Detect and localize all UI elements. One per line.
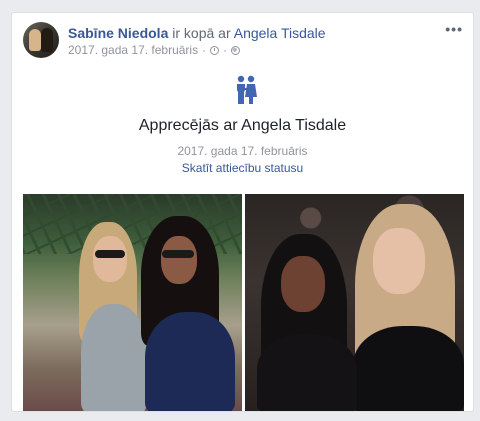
- person-dark-face: [161, 236, 197, 284]
- person-dark-body-right: [257, 334, 357, 411]
- tagged-friend[interactable]: Angela Tisdale: [234, 25, 326, 41]
- avatar-person-1: [29, 29, 41, 51]
- event-title: Apprecējās ar Angela Tisdale: [138, 117, 347, 134]
- photo-right[interactable]: [245, 194, 464, 411]
- avatar-person-2: [41, 28, 53, 52]
- separator: ·: [202, 43, 207, 57]
- clock-icon: [210, 45, 220, 55]
- more-options-button[interactable]: •••: [445, 21, 463, 37]
- connector-text: ir kopā ar: [168, 25, 234, 41]
- post-header: Sabīne Niedola ir kopā ar Angela Tisdale: [68, 25, 326, 41]
- post-meta: 2017. gada 17. februāris · ·: [68, 43, 241, 57]
- life-event-post: Sabīne Niedola ir kopā ar Angela Tisdale…: [11, 12, 474, 412]
- view-relationship-link[interactable]: Skatīt attiecību statusu: [12, 161, 473, 175]
- person-blonde-body: [81, 304, 147, 411]
- globe-icon[interactable]: [231, 45, 241, 55]
- post-date[interactable]: 2017. gada 17. februāris: [68, 43, 198, 57]
- couple-icon: [237, 75, 257, 104]
- sunglasses-icon: [95, 250, 125, 258]
- person-dark-body: [145, 312, 235, 411]
- person-blonde-face-right: [373, 228, 425, 294]
- person-blonde-body-right: [353, 326, 464, 411]
- person-blonde-face: [93, 236, 127, 282]
- separator-2: ·: [223, 43, 228, 57]
- author-avatar[interactable]: [23, 22, 59, 58]
- sunglasses-icon-2: [162, 250, 194, 258]
- photo-left[interactable]: [23, 194, 242, 411]
- author-name[interactable]: Sabīne Niedola: [68, 25, 168, 41]
- event-date: 2017. gada 17. februāris: [177, 144, 308, 158]
- person-dark-face-right: [281, 256, 325, 312]
